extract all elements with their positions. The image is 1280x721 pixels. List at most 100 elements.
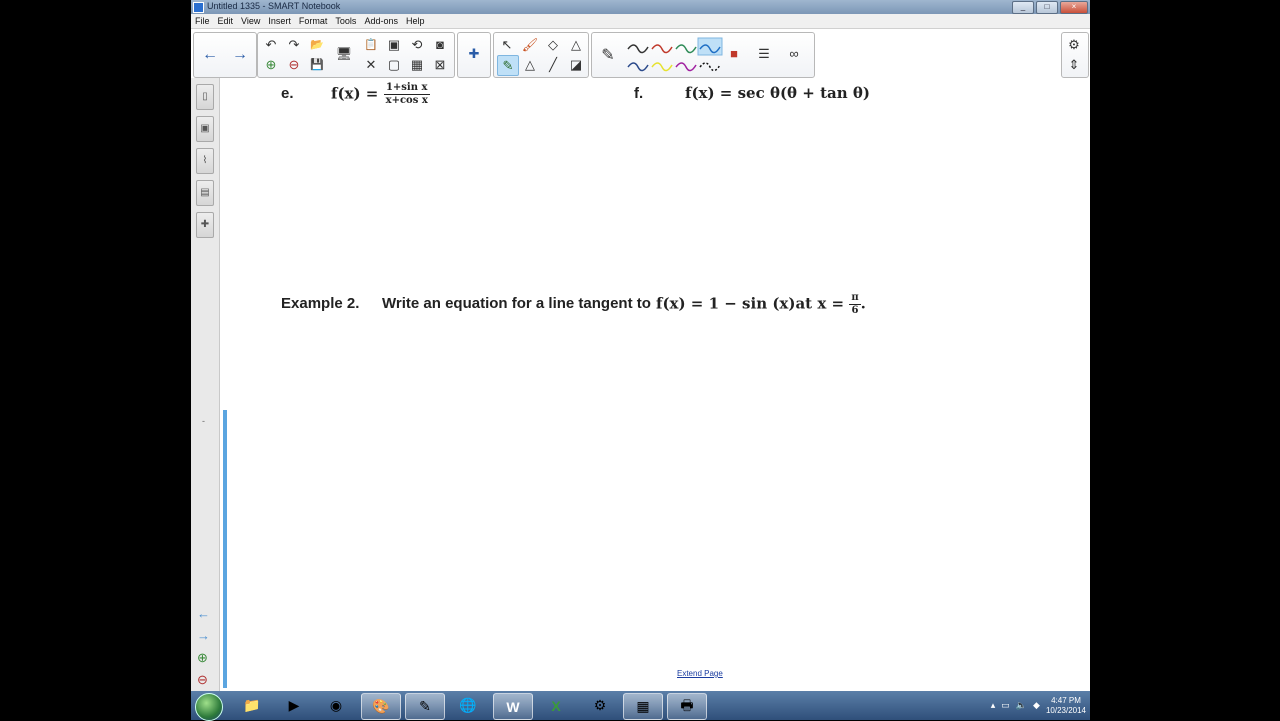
item-e-label: e. [281, 85, 294, 102]
window-controls: _ □ × [1012, 1, 1088, 14]
puzzle-icon[interactable]: ✚ [464, 44, 484, 63]
volume-icon[interactable]: 🔈 [1016, 700, 1027, 711]
item-e-lhs: f(x) = [331, 84, 379, 103]
item-e-denominator: x+cos x [385, 95, 428, 106]
scroll-indicator[interactable] [223, 410, 227, 688]
chrome-taskbar-icon[interactable]: ◉ [317, 693, 355, 718]
window-title: Untitled 1335 - SMART Notebook [207, 1, 341, 11]
table-icon[interactable]: ▦ [407, 55, 427, 74]
item-e-numerator: 1+sin x [383, 82, 430, 95]
link-icon[interactable]: ∞ [784, 44, 804, 63]
example-text: Write an equation for a line tangent to [382, 295, 651, 312]
add-page-icon[interactable]: ⊕ [261, 55, 281, 74]
menu-view[interactable]: View [237, 14, 264, 28]
media-player-taskbar-icon[interactable]: ▶ [275, 693, 313, 718]
undo-box-icon[interactable]: ⟲ [407, 35, 427, 54]
maximize-button[interactable]: □ [1036, 1, 1058, 14]
word-taskbar-icon[interactable]: W [493, 693, 533, 720]
side-add-icon[interactable]: ⊕ [197, 650, 208, 666]
side-left-arrow-icon[interactable]: ← [197, 606, 210, 621]
tools-group: ↖ 🖌 ◇ △ ✎ △ ╱ ◪ [493, 32, 589, 78]
extend-page-link[interactable]: Extend Page [677, 669, 723, 678]
side-tabs: ▯ ▣ ⌇ ▤ ✚ - ← → ⊕ ⊖ [191, 78, 220, 691]
move-toolbar-icon[interactable]: ⇕ [1064, 55, 1084, 74]
open-folder-icon[interactable]: 📂 [307, 35, 327, 54]
capture-icon[interactable]: ◙ [430, 35, 450, 54]
pen-styles-group: ✎ ■ ☰ ∞ [591, 32, 815, 78]
save-icon[interactable]: 💾 [307, 55, 327, 74]
item-e-function: f(x) = 1+sin x x+cos x [331, 82, 430, 107]
example-expression: f(x) = 1 − sin (x)at x = [656, 294, 845, 313]
example-label: Example 2. [281, 295, 360, 312]
gallery-tab[interactable]: ▣ [196, 116, 214, 142]
paste-icon[interactable]: 📋 [361, 35, 381, 54]
network-icon[interactable]: ▭ [1001, 700, 1010, 711]
side-marker: - [202, 416, 205, 426]
menu-add-ons[interactable]: Add-ons [360, 14, 402, 28]
system-tray: ▴ ▭ 🔈 ◆ 4:47 PM 10/23/2014 [991, 693, 1086, 718]
printer-taskbar-icon[interactable]: 🖶 [667, 693, 707, 720]
menu-file[interactable]: File [191, 14, 214, 28]
fill-icon[interactable]: ◪ [566, 55, 586, 74]
earth-taskbar-icon[interactable]: 🌐 [449, 693, 487, 718]
magic-pen-icon[interactable]: 🖌 [520, 35, 540, 54]
page-sorter-tab[interactable]: ▯ [196, 84, 214, 110]
menu-edit[interactable]: Edit [214, 14, 238, 28]
menu-insert[interactable]: Insert [264, 14, 295, 28]
screen-capture-icon[interactable]: ▣ [384, 35, 404, 54]
notebook-page[interactable]: e. f(x) = 1+sin x x+cos x f. f(x) = sec … [231, 78, 1090, 691]
example-math: f(x) = 1 − sin (x)at x = π 6 . [656, 292, 866, 317]
menu-tools[interactable]: Tools [331, 14, 360, 28]
minimize-button[interactable]: _ [1012, 1, 1034, 14]
menu-help[interactable]: Help [402, 14, 429, 28]
eraser-icon[interactable]: ◇ [543, 35, 563, 54]
properties-tab[interactable]: ▤ [196, 180, 214, 206]
network-taskbar-icon[interactable]: ⚙ [581, 693, 619, 718]
clock[interactable]: 4:47 PM 10/23/2014 [1046, 696, 1086, 716]
toolbar-settings-group: ⚙ ⇕ [1061, 32, 1089, 78]
menu-format[interactable]: Format [295, 14, 332, 28]
gear-icon[interactable]: ⚙ [1064, 35, 1084, 54]
tool-taskbar-icon[interactable]: ▦ [623, 693, 663, 720]
addons-tab[interactable]: ✚ [196, 212, 214, 238]
forward-arrow-icon[interactable]: → [228, 43, 252, 67]
side-right-arrow-icon[interactable]: → [197, 628, 210, 643]
item-f-function: f(x) = sec θ(θ + tan θ) [685, 84, 870, 102]
attachments-tab[interactable]: ⌇ [196, 148, 214, 174]
undo-icon[interactable]: ↶ [261, 35, 281, 54]
color-palette-icon[interactable]: ■ [724, 44, 744, 63]
clock-time: 4:47 PM [1051, 695, 1081, 705]
properties-icon[interactable]: ☰ [754, 44, 774, 63]
title-bar: Untitled 1335 - SMART Notebook _ □ × [191, 0, 1090, 14]
redo-icon[interactable]: ↷ [284, 35, 304, 54]
example-fraction-num: π [849, 292, 861, 305]
addon-group: ✚ [457, 32, 491, 78]
toolbar: ← → ↶ ↷ 📂 ⊕ ⊖ 💾 🖥 📋 ▣ ⟲ ◙ ✕ ▢ ▦ ⊠ ✚ ↖ 🖌 … [193, 30, 1089, 78]
delete-page-icon[interactable]: ⊖ [284, 55, 304, 74]
back-arrow-icon[interactable]: ← [198, 43, 222, 67]
pen-tool-icon[interactable]: ✎ [497, 55, 519, 76]
navigation-group: ← → [193, 32, 257, 78]
display-icon[interactable]: ▢ [384, 55, 404, 74]
select-arrow-icon[interactable]: ↖ [497, 35, 517, 54]
taskbar: 📁 ▶ ◉ 🎨 ✎ 🌐 W X ⚙ ▦ 🖶 ▴ ▭ 🔈 ◆ 4:47 PM 10… [191, 691, 1090, 721]
smart-notebook-taskbar-icon[interactable]: ✎ [405, 693, 445, 720]
cut-icon[interactable]: ✕ [361, 55, 381, 74]
text-tool-icon[interactable]: △ [520, 55, 540, 74]
item-f-label: f. [634, 85, 644, 102]
paint-taskbar-icon[interactable]: 🎨 [361, 693, 401, 720]
explorer-taskbar-icon[interactable]: 📁 [233, 693, 271, 718]
update-icon[interactable]: ◆ [1033, 700, 1040, 711]
shape-icon[interactable]: △ [566, 35, 586, 54]
line-tool-icon[interactable]: ╱ [543, 55, 563, 74]
excel-taskbar-icon[interactable]: X [537, 693, 575, 718]
side-delete-icon[interactable]: ⊖ [197, 672, 208, 688]
example-period: . [860, 294, 866, 313]
tray-expand-icon[interactable]: ▴ [991, 700, 996, 711]
pencil-icon[interactable]: ✎ [596, 43, 620, 67]
start-button[interactable] [195, 693, 223, 721]
close-button[interactable]: × [1060, 1, 1088, 14]
close-box-icon[interactable]: ⊠ [430, 55, 450, 74]
monitor-icon[interactable]: 🖥 [334, 44, 354, 63]
example-fraction: π 6 [849, 292, 861, 317]
